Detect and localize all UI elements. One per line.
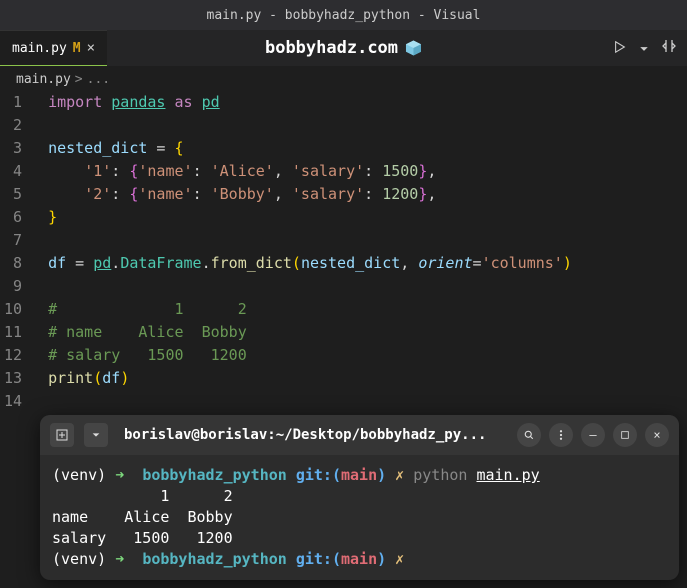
dropdown-icon[interactable] [84,423,108,447]
compare-icon[interactable] [661,38,677,58]
search-icon[interactable] [517,423,541,447]
tab-main-py[interactable]: main.py M × [0,30,107,66]
code-content[interactable]: import pandas as pd nested_dict = { '1':… [30,91,687,413]
close-icon[interactable]: × [87,40,95,56]
minimize-icon[interactable]: — [581,423,605,447]
terminal-header: borislav@borislav:~/Desktop/bobbyhadz_py… [40,415,679,455]
new-tab-icon[interactable] [50,423,74,447]
breadcrumb-more: ... [87,72,110,87]
close-icon[interactable]: × [645,423,669,447]
terminal-panel: borislav@borislav:~/Desktop/bobbyhadz_py… [40,415,679,580]
terminal-title: borislav@borislav:~/Desktop/bobbyhadz_py… [118,427,507,443]
window-titlebar: main.py - bobbyhadz_python - Visual [0,0,687,30]
package-icon [404,39,422,57]
window-title: main.py - bobbyhadz_python - Visual [207,8,481,23]
breadcrumb[interactable]: main.py > ... [0,67,687,91]
editor-actions [613,38,677,58]
terminal-body[interactable]: (venv) ➜ bobbyhadz_python git:(main) ✗ p… [40,455,679,580]
breadcrumb-sep: > [75,72,83,87]
code-editor[interactable]: 1234567891011121314 import pandas as pd … [0,91,687,413]
tab-bar: main.py M × bobbyhadz.com [0,30,687,67]
menu-icon[interactable] [549,423,573,447]
breadcrumb-file: main.py [16,72,71,87]
chevron-down-icon[interactable] [639,39,649,58]
tab-modified-indicator: M [73,41,81,56]
center-brand: bobbyhadz.com [265,38,422,58]
run-icon[interactable] [613,39,627,58]
brand-text: bobbyhadz.com [265,38,398,58]
tab-label: main.py [12,41,67,56]
maximize-icon[interactable] [613,423,637,447]
line-gutter: 1234567891011121314 [0,91,30,413]
